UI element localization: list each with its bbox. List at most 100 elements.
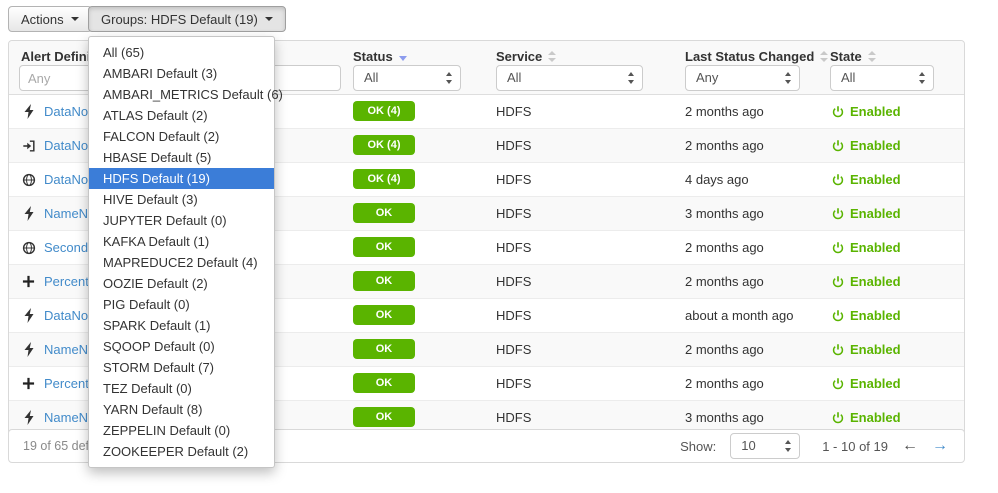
sort-icon	[548, 51, 556, 62]
service-cell: HDFS	[496, 172, 531, 187]
globe-icon	[21, 173, 36, 187]
groups-dropdown-item[interactable]: All (65)	[89, 42, 274, 63]
state-label: Enabled	[850, 410, 901, 425]
last-status-changed-cell: 2 months ago	[685, 274, 764, 289]
last-status-changed-filter-select[interactable]: Any	[685, 65, 800, 91]
column-header-last-status-changed[interactable]: Last Status Changed	[685, 49, 828, 64]
select-value: Any	[696, 70, 718, 85]
groups-dropdown-menu: All (65)AMBARI Default (3)AMBARI_METRICS…	[88, 36, 275, 468]
power-icon	[830, 343, 845, 356]
last-status-changed-cell: 2 months ago	[685, 104, 764, 119]
select-value: All	[364, 70, 378, 85]
state-cell: Enabled	[830, 163, 901, 196]
last-status-changed-cell: 2 months ago	[685, 342, 764, 357]
stepper-icon	[628, 72, 635, 84]
last-status-changed-cell: 2 months ago	[685, 376, 764, 391]
lightning-icon	[21, 342, 36, 357]
groups-button-label: Groups: HDFS Default (19)	[101, 12, 258, 27]
actions-button[interactable]: Actions	[8, 6, 92, 32]
status-badge: OK (4)	[353, 101, 415, 121]
next-page-button[interactable]: →	[932, 438, 948, 454]
groups-dropdown-item[interactable]: HDFS Default (19)	[89, 168, 274, 189]
groups-dropdown-item[interactable]: ATLAS Default (2)	[89, 105, 274, 126]
power-icon	[830, 207, 845, 220]
caret-down-icon	[265, 17, 273, 21]
power-icon	[830, 241, 845, 254]
sort-icon	[868, 51, 876, 62]
stepper-icon	[919, 72, 926, 84]
plus-icon	[21, 377, 36, 390]
page-range-label: 1 - 10 of 19	[822, 439, 888, 454]
column-label: Last Status Changed	[685, 49, 814, 64]
service-cell: HDFS	[496, 206, 531, 221]
groups-dropdown-item[interactable]: KAFKA Default (1)	[89, 231, 274, 252]
state-label: Enabled	[850, 206, 901, 221]
groups-dropdown-item[interactable]: JUPYTER Default (0)	[89, 210, 274, 231]
groups-dropdown-item[interactable]: PIG Default (0)	[89, 294, 274, 315]
column-label: Status	[353, 49, 393, 64]
service-filter-select[interactable]: All	[496, 65, 643, 91]
power-icon	[830, 275, 845, 288]
status-badge: OK	[353, 339, 415, 359]
groups-dropdown-item[interactable]: SPARK Default (1)	[89, 315, 274, 336]
page-size-select[interactable]: 10	[730, 433, 800, 459]
power-icon	[830, 377, 845, 390]
groups-dropdown-item[interactable]: ZOOKEEPER Default (2)	[89, 441, 274, 462]
previous-page-button[interactable]: ←	[902, 438, 918, 454]
show-label: Show:	[680, 439, 716, 454]
state-label: Enabled	[850, 172, 901, 187]
actions-button-label: Actions	[21, 12, 64, 27]
groups-dropdown-item[interactable]: STORM Default (7)	[89, 357, 274, 378]
service-cell: HDFS	[496, 308, 531, 323]
state-label: Enabled	[850, 376, 901, 391]
service-cell: HDFS	[496, 240, 531, 255]
globe-icon	[21, 241, 36, 255]
service-cell: HDFS	[496, 410, 531, 425]
last-status-changed-cell: 2 months ago	[685, 240, 764, 255]
power-icon	[830, 173, 845, 186]
groups-dropdown-item[interactable]: FALCON Default (2)	[89, 126, 274, 147]
groups-dropdown-item[interactable]: AMBARI Default (3)	[89, 63, 274, 84]
groups-dropdown-item[interactable]: HBASE Default (5)	[89, 147, 274, 168]
stepper-icon	[785, 72, 792, 84]
stepper-icon	[446, 72, 453, 84]
status-badge: OK (4)	[353, 169, 415, 189]
last-status-changed-cell: about a month ago	[685, 308, 793, 323]
alerts-page: Actions Groups: HDFS Default (19) Alert …	[0, 0, 998, 493]
state-cell: Enabled	[830, 197, 901, 230]
status-filter-select[interactable]: All	[353, 65, 461, 91]
state-label: Enabled	[850, 274, 901, 289]
last-status-changed-cell: 2 months ago	[685, 138, 764, 153]
state-label: Enabled	[850, 342, 901, 357]
groups-dropdown-item[interactable]: YARN Default (8)	[89, 399, 274, 420]
select-value: 10	[741, 438, 755, 453]
caret-down-icon	[71, 17, 79, 21]
status-badge: OK	[353, 373, 415, 393]
status-badge: OK (4)	[353, 135, 415, 155]
lightning-icon	[21, 206, 36, 221]
column-header-service[interactable]: Service	[496, 49, 556, 64]
service-cell: HDFS	[496, 138, 531, 153]
column-header-state[interactable]: State	[830, 49, 876, 64]
groups-dropdown-item[interactable]: TEZ Default (0)	[89, 378, 274, 399]
groups-dropdown-item[interactable]: HIVE Default (3)	[89, 189, 274, 210]
last-status-changed-cell: 3 months ago	[685, 206, 764, 221]
groups-dropdown-item[interactable]: SQOOP Default (0)	[89, 336, 274, 357]
last-status-changed-cell: 3 months ago	[685, 410, 764, 425]
lightning-icon	[21, 410, 36, 425]
state-cell: Enabled	[830, 265, 901, 298]
select-value: All	[841, 70, 855, 85]
service-cell: HDFS	[496, 342, 531, 357]
lightning-icon	[21, 308, 36, 323]
status-badge: OK	[353, 271, 415, 291]
groups-dropdown-item[interactable]: ZEPPELIN Default (0)	[89, 420, 274, 441]
sort-descending-icon	[399, 56, 407, 61]
groups-dropdown-item[interactable]: OOZIE Default (2)	[89, 273, 274, 294]
column-header-status[interactable]: Status	[353, 49, 407, 64]
groups-dropdown-button[interactable]: Groups: HDFS Default (19)	[88, 6, 286, 32]
state-filter-select[interactable]: All	[830, 65, 934, 91]
status-badge: OK	[353, 305, 415, 325]
state-label: Enabled	[850, 104, 901, 119]
groups-dropdown-item[interactable]: MAPREDUCE2 Default (4)	[89, 252, 274, 273]
groups-dropdown-item[interactable]: AMBARI_METRICS Default (6)	[89, 84, 274, 105]
